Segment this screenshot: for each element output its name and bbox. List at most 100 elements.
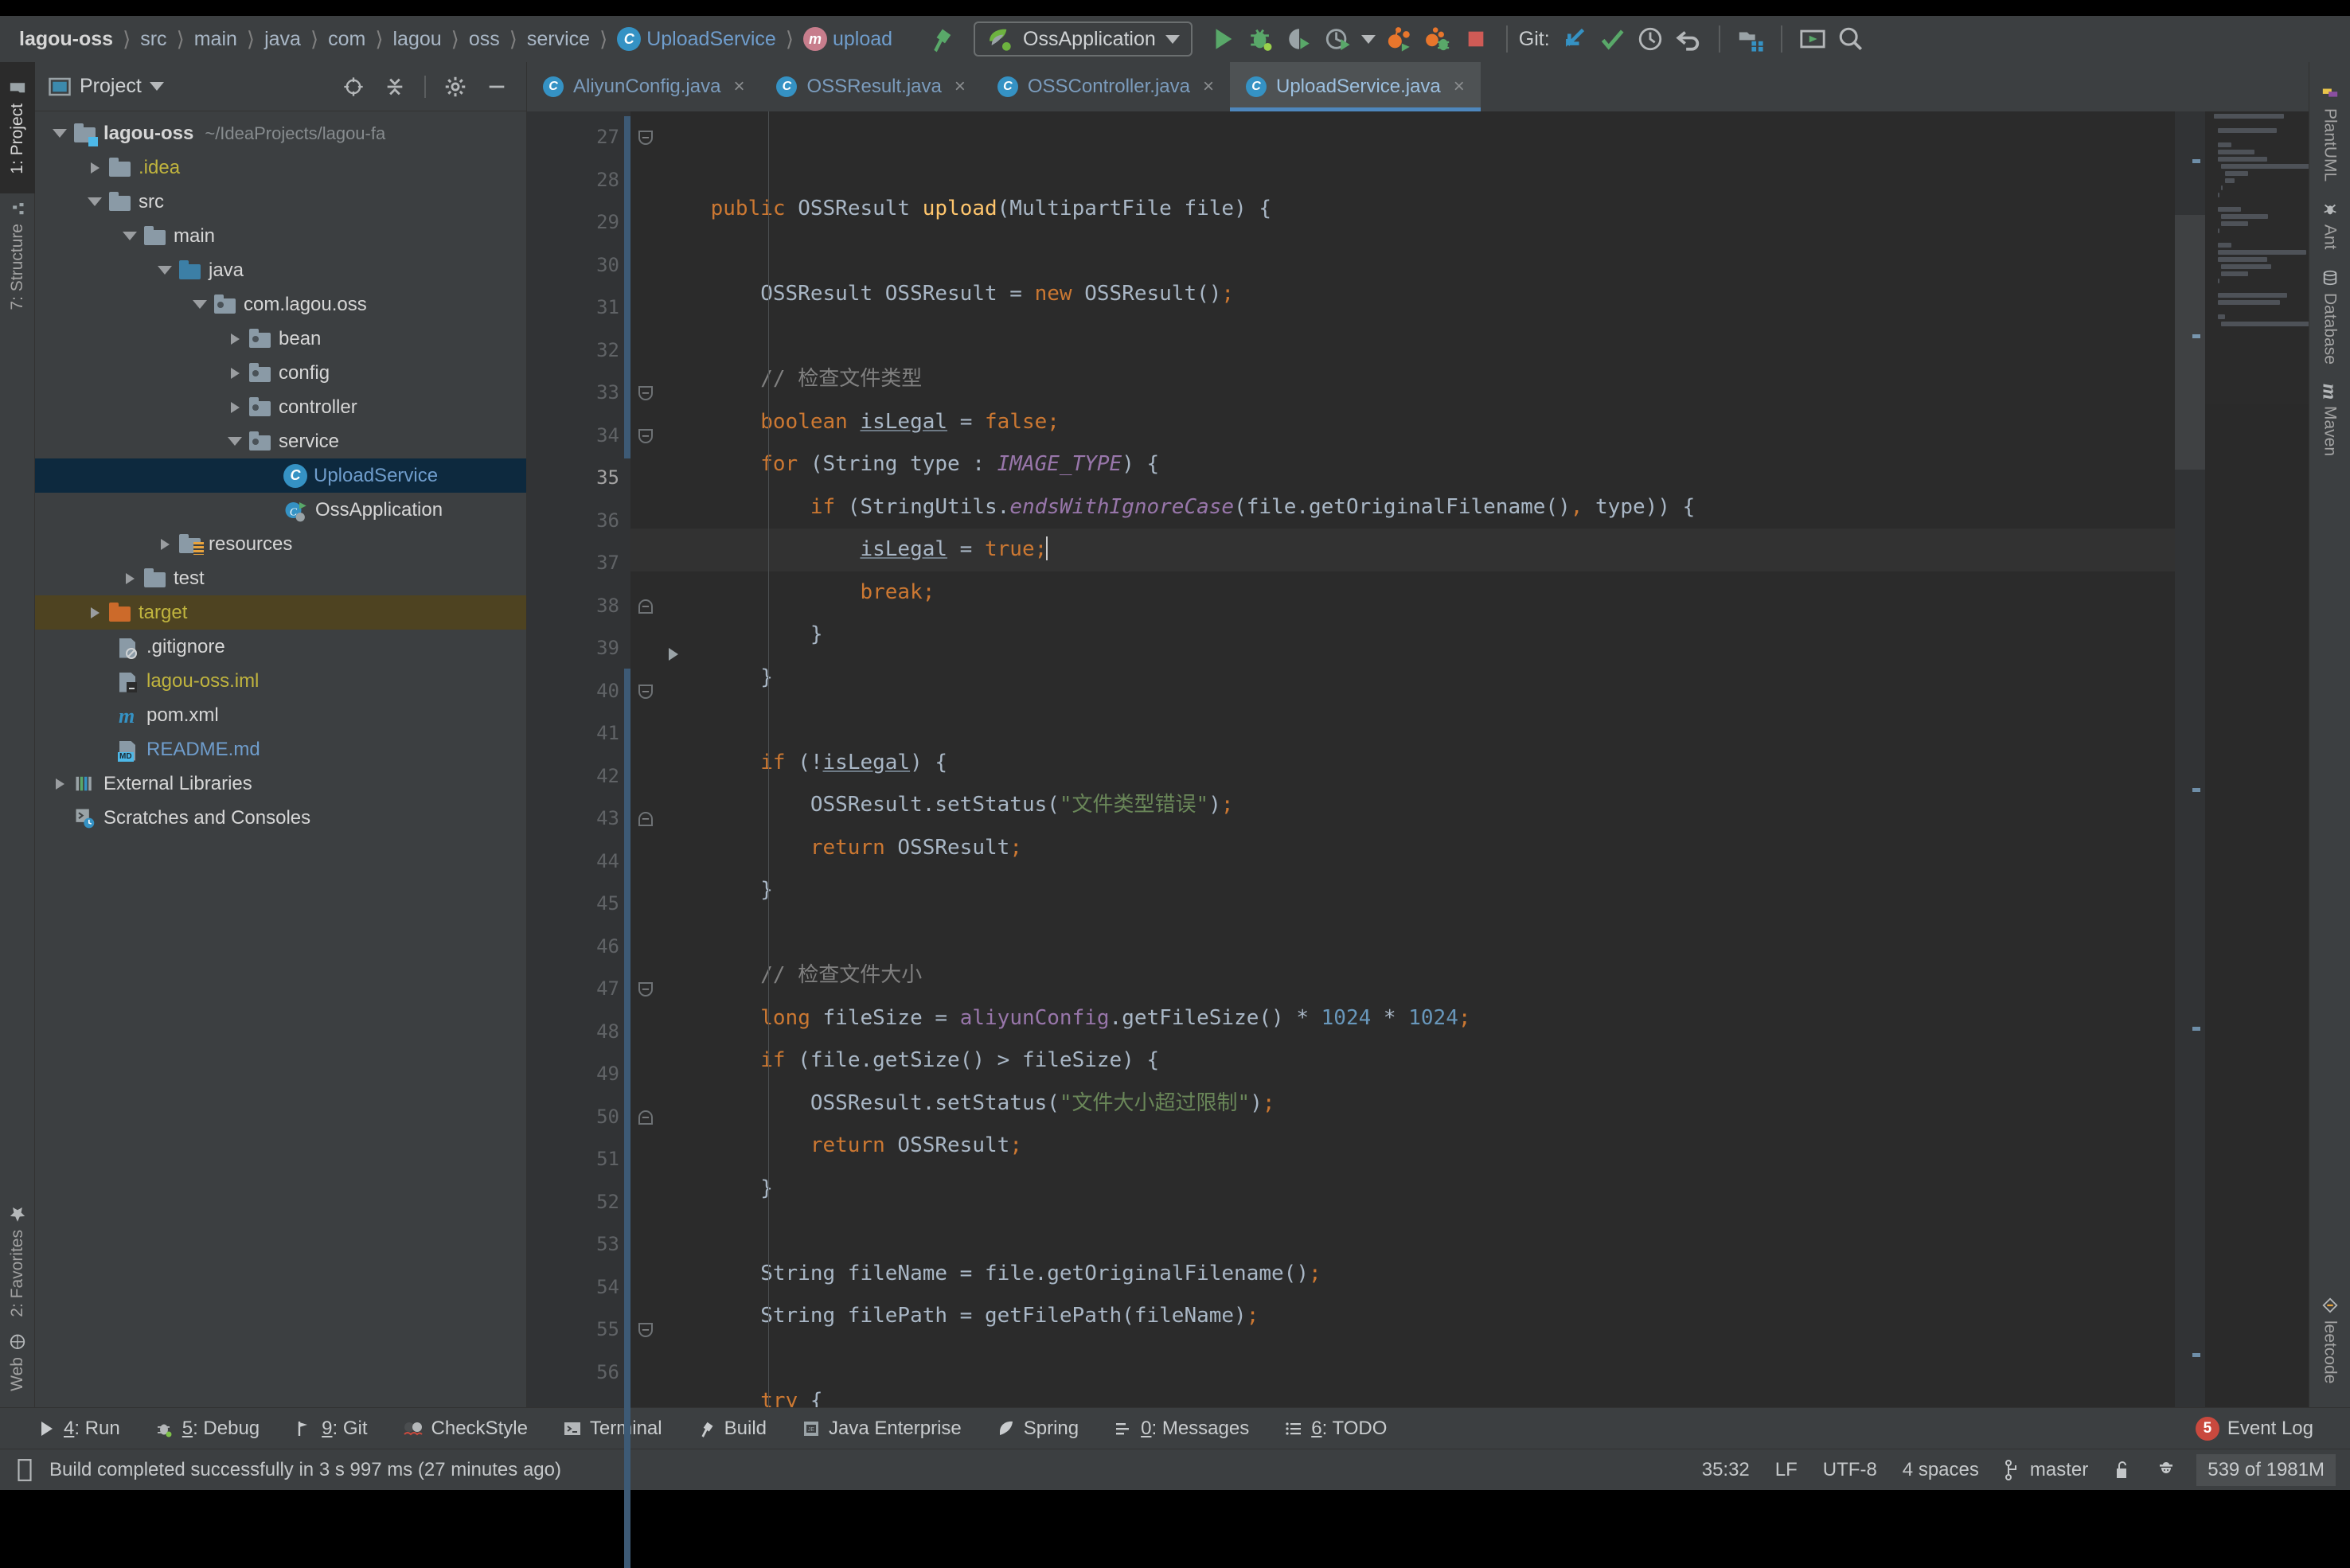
close-icon[interactable]: × bbox=[1203, 76, 1214, 98]
code-line[interactable]: String fileName = file.getOriginalFilena… bbox=[630, 1253, 2175, 1296]
tree-node-package-com-lagou-oss[interactable]: com.lagou.oss bbox=[35, 287, 526, 322]
indent-setting[interactable]: 4 spaces bbox=[1890, 1459, 1992, 1481]
tree-node-package-service[interactable]: service bbox=[35, 424, 526, 458]
history-icon[interactable] bbox=[1631, 21, 1669, 57]
code-line[interactable]: boolean isLegal = false; bbox=[630, 401, 2175, 444]
line-number[interactable]: 29 bbox=[527, 201, 630, 244]
debug-dashboard-button[interactable] bbox=[1419, 21, 1457, 57]
tree-node-iml[interactable]: lagou-oss.iml bbox=[35, 664, 526, 698]
chevron-down-icon[interactable] bbox=[149, 82, 164, 91]
line-number[interactable]: 37− bbox=[527, 542, 653, 585]
line-number[interactable]: 42 bbox=[527, 755, 630, 798]
line-number[interactable]: 48 bbox=[527, 1011, 630, 1054]
stop-button[interactable] bbox=[1457, 21, 1495, 57]
tool-window-git[interactable]: 9: Git bbox=[277, 1418, 385, 1440]
expand-arrow-icon[interactable] bbox=[116, 572, 143, 584]
line-number[interactable]: 39 bbox=[527, 627, 630, 670]
caret-position[interactable]: 35:32 bbox=[1689, 1459, 1762, 1481]
breadcrumb-item-main[interactable]: main bbox=[186, 28, 245, 51]
tool-window-event-log[interactable]: 5 Event Log bbox=[2178, 1416, 2331, 1441]
line-number[interactable]: 44 bbox=[527, 841, 630, 883]
code-line[interactable]: isLegal = true; bbox=[630, 529, 2175, 571]
code-line[interactable]: } bbox=[630, 614, 2175, 657]
breadcrumb-item-method[interactable]: m upload bbox=[795, 27, 900, 51]
line-number-gutter[interactable]: 27−282930313233−34−353637−38−3940−414243… bbox=[527, 111, 678, 1568]
code-content[interactable]: public OSSResult upload(MultipartFile fi… bbox=[630, 111, 2175, 1407]
code-line[interactable]: return OSSResult; bbox=[630, 827, 2175, 870]
hector-icon[interactable] bbox=[2144, 1460, 2188, 1480]
tool-window-java-enterprise[interactable]: JE Java Enterprise bbox=[784, 1418, 979, 1440]
line-number[interactable]: 51 bbox=[527, 1138, 630, 1181]
tree-node-java[interactable]: java bbox=[35, 253, 526, 287]
code-minimap[interactable] bbox=[2205, 111, 2309, 1407]
tree-node-package-config[interactable]: config bbox=[35, 356, 526, 390]
code-line[interactable] bbox=[630, 1338, 2175, 1381]
tree-node-resources[interactable]: resources bbox=[35, 527, 526, 561]
expand-arrow-icon[interactable] bbox=[151, 538, 178, 550]
line-number[interactable]: 33− bbox=[527, 372, 653, 415]
code-line[interactable]: String filePath = getFilePath(fileName); bbox=[630, 1295, 2175, 1338]
breadcrumb-item-com[interactable]: com bbox=[320, 28, 373, 51]
tree-node-main[interactable]: main bbox=[35, 219, 526, 253]
tree-node-package-bean[interactable]: bean bbox=[35, 322, 526, 356]
tree-node-pom-xml[interactable]: m pom.xml bbox=[35, 698, 526, 732]
code-line[interactable]: } bbox=[630, 1168, 2175, 1211]
expand-arrow-icon[interactable] bbox=[81, 162, 108, 174]
project-structure-icon[interactable] bbox=[1731, 21, 1770, 57]
line-number[interactable]: 56 bbox=[527, 1352, 630, 1394]
debug-button[interactable] bbox=[1242, 21, 1280, 57]
build-status-icon[interactable] bbox=[14, 1458, 35, 1482]
breadcrumb-item-java[interactable]: java bbox=[256, 28, 309, 51]
tab-uploadservice-java[interactable]: C UploadService.java × bbox=[1229, 62, 1481, 111]
search-everywhere-icon[interactable] bbox=[1832, 21, 1870, 57]
code-line[interactable]: // 检查文件类型 bbox=[630, 358, 2175, 401]
code-line[interactable]: try { bbox=[630, 1380, 2175, 1407]
tool-window-run[interactable]: 4: Run bbox=[19, 1418, 138, 1440]
project-tree[interactable]: lagou-oss ~/IdeaProjects/lagou-fa .idea … bbox=[35, 111, 526, 1407]
sidebar-item-favorites[interactable]: 2: Favorites bbox=[8, 1198, 27, 1325]
unlocked-icon[interactable] bbox=[2101, 1460, 2144, 1480]
git-branch-widget[interactable]: master bbox=[1992, 1459, 2101, 1481]
code-line[interactable]: } bbox=[630, 869, 2175, 912]
tool-window-build[interactable]: Build bbox=[680, 1418, 784, 1440]
sidebar-item-maven[interactable]: m Maven bbox=[2318, 374, 2342, 466]
line-number[interactable]: 38− bbox=[527, 585, 653, 628]
expand-arrow-icon[interactable] bbox=[46, 778, 73, 790]
expand-arrow-icon[interactable] bbox=[221, 437, 248, 446]
code-line[interactable] bbox=[630, 912, 2175, 955]
file-encoding[interactable]: UTF-8 bbox=[1810, 1459, 1890, 1481]
line-number[interactable]: 34− bbox=[527, 415, 653, 458]
tool-window-messages[interactable]: 0: Messages bbox=[1096, 1418, 1267, 1440]
run-with-coverage-button[interactable] bbox=[1280, 21, 1318, 57]
code-line[interactable]: OSSResult OSSResult = new OSSResult(); bbox=[630, 273, 2175, 316]
code-line[interactable]: public OSSResult upload(MultipartFile fi… bbox=[630, 188, 2175, 231]
breadcrumb-item-root[interactable]: lagou-oss bbox=[11, 28, 121, 51]
tree-node-target[interactable]: target bbox=[35, 595, 526, 630]
error-stripe[interactable] bbox=[2175, 111, 2205, 1407]
tree-node-gitignore[interactable]: .gitignore bbox=[35, 630, 526, 664]
breadcrumb-item-lagou[interactable]: lagou bbox=[385, 28, 449, 51]
line-number[interactable]: 28 bbox=[527, 159, 630, 202]
code-line[interactable] bbox=[630, 316, 2175, 359]
line-number[interactable]: 41 bbox=[527, 712, 630, 755]
code-editor[interactable]: 27−282930313233−34−353637−38−3940−414243… bbox=[527, 111, 2309, 1568]
run-dashboard-button[interactable] bbox=[1380, 21, 1419, 57]
line-number[interactable]: 27− bbox=[527, 116, 653, 159]
tree-node-oss-application[interactable]: C OssApplication bbox=[35, 493, 526, 527]
expand-arrow-icon[interactable] bbox=[116, 232, 143, 240]
line-separator[interactable]: LF bbox=[1762, 1459, 1810, 1481]
tab-aliyunconfig-java[interactable]: C AliyunConfig.java × bbox=[527, 62, 760, 111]
line-number[interactable]: 43− bbox=[527, 798, 653, 841]
tree-node-test[interactable]: test bbox=[35, 561, 526, 595]
line-number[interactable]: 35 bbox=[527, 457, 630, 500]
code-line[interactable]: break; bbox=[630, 571, 2175, 614]
line-number[interactable]: 46 bbox=[527, 926, 630, 969]
tab-ossresult-java[interactable]: C OSSResult.java × bbox=[760, 62, 981, 111]
code-line[interactable]: } bbox=[630, 657, 2175, 700]
tree-node-readme[interactable]: MD README.md bbox=[35, 732, 526, 766]
memory-indicator[interactable]: 539 of 1981M bbox=[2196, 1453, 2336, 1486]
expand-arrow-icon[interactable] bbox=[81, 197, 108, 206]
commit-icon[interactable] bbox=[1593, 21, 1631, 57]
tree-node-scratches[interactable]: Scratches and Consoles bbox=[35, 801, 526, 835]
presentation-icon[interactable] bbox=[1794, 21, 1832, 57]
